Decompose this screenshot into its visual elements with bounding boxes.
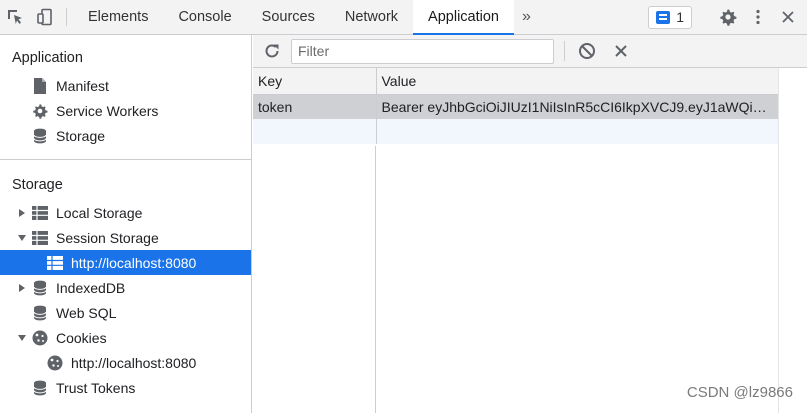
sidebar-item-indexeddb[interactable]: IndexedDB [0,275,251,300]
sidebar-item-label: Trust Tokens [56,379,136,396]
inspect-element-icon[interactable] [0,0,30,34]
device-toolbar-icon[interactable] [30,0,60,34]
delete-selected-icon[interactable] [609,44,633,58]
tab-sources[interactable]: Sources [247,0,330,34]
devtools-toolbar: Elements Console Sources Network Applica… [0,0,807,35]
expand-arrow-icon[interactable] [16,282,28,294]
sidebar-item-web-sql[interactable]: Web SQL [0,300,251,325]
close-devtools-icon[interactable] [773,9,803,25]
table-right-border [778,68,779,413]
filter-input[interactable] [291,38,554,64]
sidebar-item-service-workers[interactable]: Service Workers [0,98,251,123]
sidebar-item-label: Service Workers [56,102,159,119]
cell-key-empty[interactable] [253,119,377,144]
panel-tabs: Elements Console Sources Network Applica… [73,0,514,35]
sidebar-item-label: http://localhost:8080 [71,354,197,371]
storage-main-panel: Key Value token Bearer eyJhbGciOiJIUzI1N… [253,35,807,413]
toolbar-right: 1 [648,0,807,34]
tab-elements[interactable]: Elements [73,0,163,34]
issues-icon [656,10,671,24]
expand-arrow-icon[interactable] [16,207,28,219]
database-icon [32,128,48,144]
cell-key[interactable]: token [253,94,377,119]
more-options-icon[interactable] [743,8,773,26]
more-tabs-button[interactable]: » [514,0,539,34]
sidebar-item-session-storage-localhost[interactable]: http://localhost:8080 [0,250,251,275]
sidebar-item-trust-tokens[interactable]: Trust Tokens [0,375,251,400]
tab-network[interactable]: Network [330,0,413,34]
database-icon [32,305,48,321]
filter-divider [564,41,565,61]
sidebar-item-label: Web SQL [56,304,117,321]
sidebar-item-label: Session Storage [56,229,159,246]
issues-button[interactable]: 1 [648,5,692,29]
tab-label: Application [428,9,499,25]
sidebar-item-storage[interactable]: Storage [0,123,251,148]
sidebar-item-local-storage[interactable]: Local Storage [0,200,251,225]
cell-value[interactable]: Bearer eyJhbGciOiJIUzI1NiIsInR5cCI6IkpXV… [376,94,779,119]
tab-label: Sources [261,9,315,25]
file-icon [32,77,48,94]
sidebar-item-session-storage[interactable]: Session Storage [0,225,251,250]
table-row-empty[interactable] [253,119,779,144]
cookie-icon [47,355,63,371]
storage-table: Key Value token Bearer eyJhbGciOiJIUzI1N… [253,68,779,144]
sidebar-item-label: Local Storage [56,204,143,221]
grid-icon [32,230,48,246]
sidebar-item-cookies-localhost[interactable]: http://localhost:8080 [0,350,251,375]
sidebar-item-cookies[interactable]: Cookies [0,325,251,350]
clear-all-icon[interactable] [575,42,599,60]
cookie-icon [32,330,48,346]
tab-application[interactable]: Application [413,0,514,35]
grid-icon [32,205,48,221]
cell-value-empty[interactable] [376,119,779,144]
refresh-icon[interactable] [257,42,287,60]
sidebar-item-manifest[interactable]: Manifest [0,73,251,98]
tab-label: Console [178,9,232,25]
tab-console[interactable]: Console [163,0,246,34]
column-header-value[interactable]: Value [376,68,779,95]
gear-icon [32,103,48,119]
section-title-application: Application [12,50,83,66]
column-divider [375,146,376,413]
sidebar-item-label: Storage [56,127,106,144]
sidebar-item-label: http://localhost:8080 [71,254,197,271]
database-icon [32,380,48,396]
sidebar-item-label: IndexedDB [56,279,126,296]
section-divider [0,159,251,160]
watermark: CSDN @lz9866 [686,384,793,401]
settings-gear-icon[interactable] [713,8,743,26]
tab-label: Elements [88,9,149,25]
database-icon [32,280,48,296]
toolbar-divider [66,8,67,26]
grid-icon [47,255,63,271]
table-row[interactable]: token Bearer eyJhbGciOiJIUzI1NiIsInR5cCI… [253,94,779,119]
more-tabs-label: » [521,8,531,25]
column-header-key[interactable]: Key [253,68,377,95]
tab-label: Network [344,9,399,25]
issues-count: 1 [676,9,684,25]
sidebar-item-label: Cookies [56,329,107,346]
collapse-arrow-icon[interactable] [16,232,28,244]
table-header-row: Key Value [253,68,779,95]
filter-toolbar [253,35,807,68]
sidebar-item-label: Manifest [56,77,109,94]
application-sidebar: Application Manifest Service Workers Sto… [0,35,252,413]
collapse-arrow-icon[interactable] [16,332,28,344]
section-title-storage: Storage [12,177,63,193]
